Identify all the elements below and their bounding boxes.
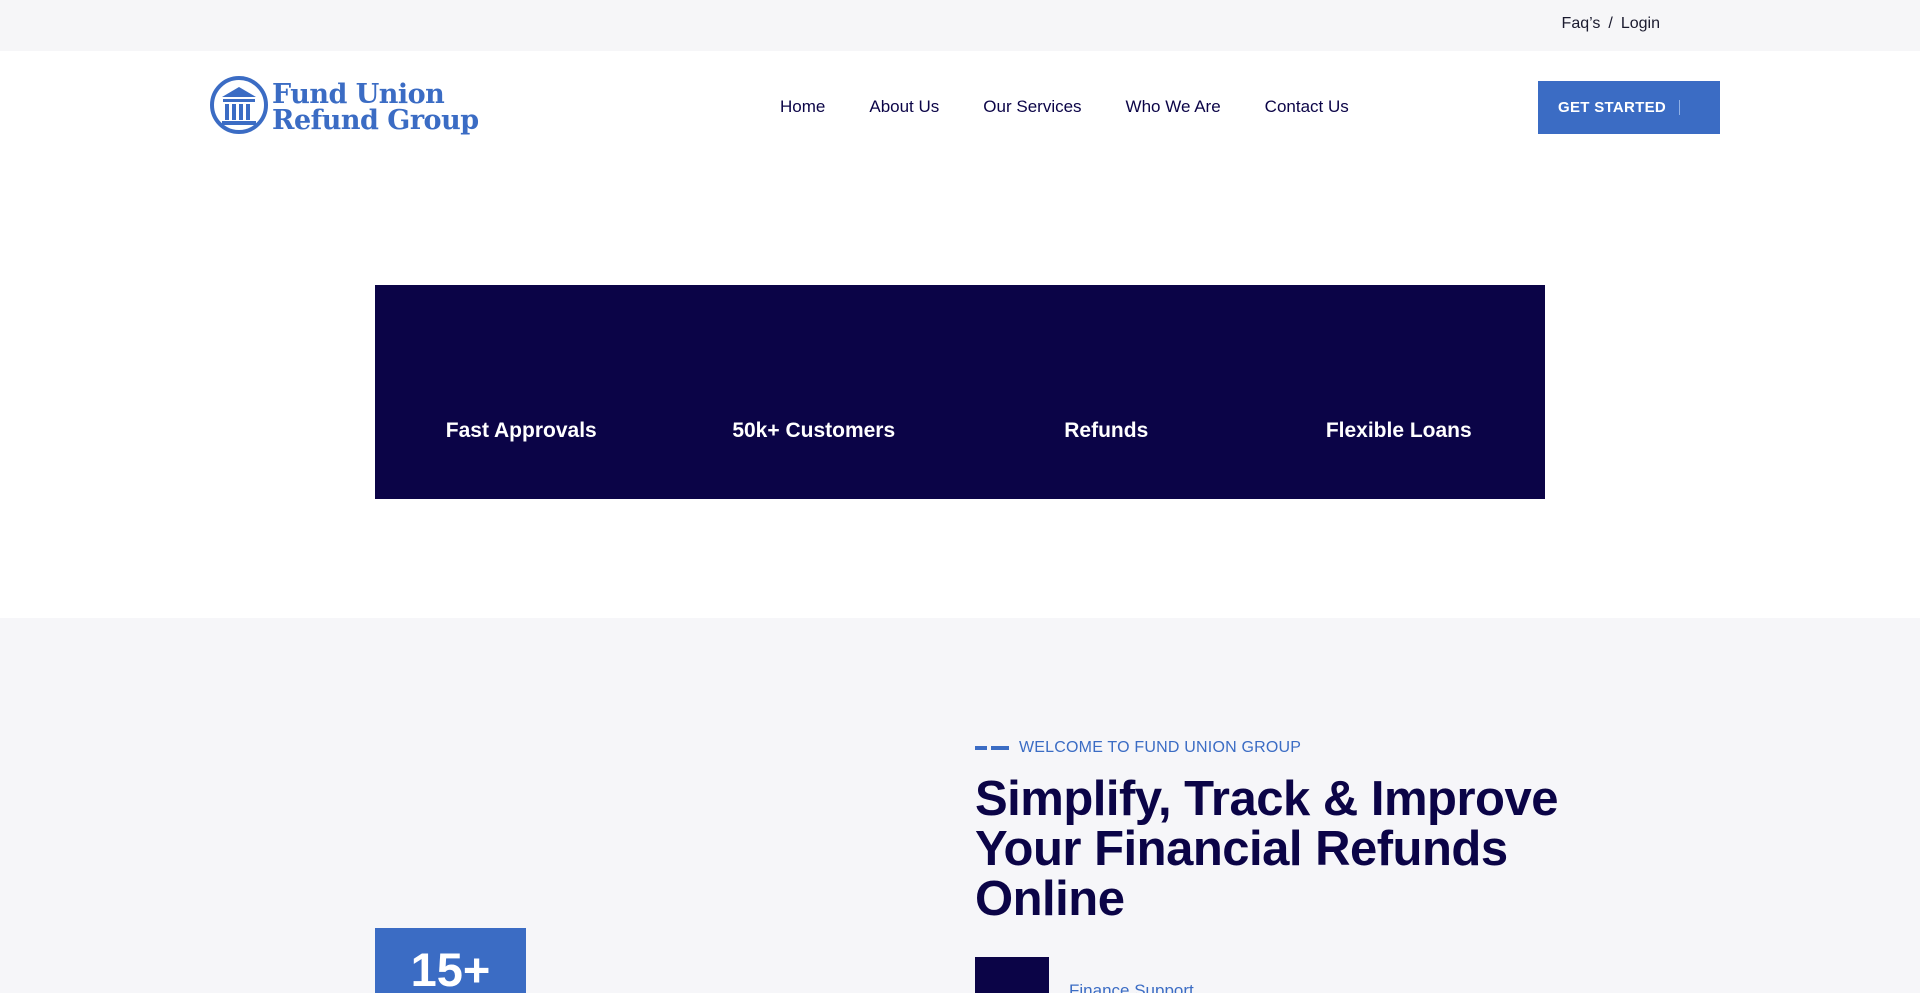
years-value: 15+	[410, 943, 491, 993]
button-divider	[1679, 100, 1680, 115]
stat-label: Flexible Loans	[1325, 419, 1472, 442]
years-experience-badge: 15+	[375, 928, 526, 993]
stat-label: 50k+ Customers	[732, 419, 896, 442]
main-nav: Home About Us Our Services Who We Are Co…	[780, 97, 1349, 117]
stat-item: Flexible Loans	[1253, 285, 1546, 499]
eyebrow-text: WELCOME TO FUND UNION GROUP	[1019, 739, 1302, 756]
stats-band: Fast Approvals 50k+ Customers Refunds Fl…	[375, 285, 1545, 499]
nav-about-us[interactable]: About Us	[869, 97, 939, 117]
nav-contact-us[interactable]: Contact Us	[1265, 97, 1349, 117]
top-bar: Faq’s / Login	[0, 0, 1920, 51]
top-links: Faq’s / Login	[1562, 15, 1660, 33]
feature-label: Finance Support	[1069, 981, 1194, 993]
stat-label: Refunds	[1064, 419, 1149, 442]
site-header: Fund Union Refund Group Home About Us Ou…	[0, 51, 1920, 163]
login-link[interactable]: Login	[1621, 15, 1660, 33]
top-links-separator: /	[1608, 15, 1613, 32]
dash-icon	[975, 746, 1009, 750]
section-eyebrow: WELCOME TO FUND UNION GROUP	[975, 739, 1301, 757]
nav-who-we-are[interactable]: Who We Are	[1126, 97, 1221, 117]
nav-our-services[interactable]: Our Services	[983, 97, 1081, 117]
get-started-label: GET STARTED	[1558, 99, 1667, 116]
stat-item: Fast Approvals	[375, 285, 668, 499]
get-started-button[interactable]: GET STARTED	[1538, 81, 1720, 134]
logo-line-2: Refund Group	[272, 104, 479, 136]
feature-icon	[975, 957, 1049, 993]
logo[interactable]: Fund Union Refund Group	[210, 75, 479, 140]
section-headline: Simplify, Track & Improve Your Financial…	[975, 772, 1558, 926]
logo-line-1: Fund Union	[272, 78, 445, 110]
stat-item: 50k+ Customers	[668, 285, 961, 499]
nav-home[interactable]: Home	[780, 97, 825, 117]
stat-label: Fast Approvals	[445, 419, 597, 442]
faq-link[interactable]: Faq’s	[1562, 15, 1601, 33]
logo-wordmark: Fund Union Refund Group	[272, 78, 479, 136]
stat-item: Refunds	[960, 285, 1253, 499]
about-section: 15+ WELCOME TO FUND UNION GROUP Simplify…	[0, 618, 1920, 993]
bank-building-icon	[210, 75, 268, 140]
